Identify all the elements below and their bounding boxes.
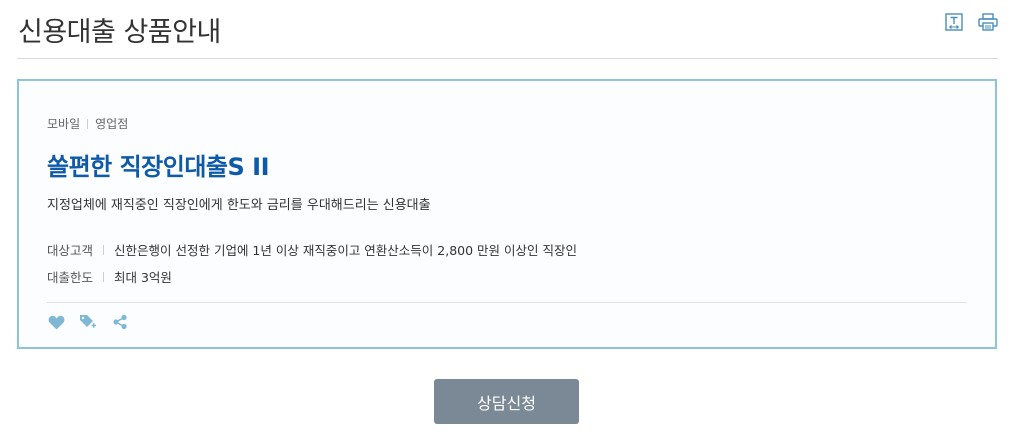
text-size-icon	[945, 13, 963, 35]
product-card: 모바일 영업점 쏠편한 직장인대출S II 지정업체에 재직중인 직장인에게 한…	[17, 79, 997, 349]
info-separator	[103, 271, 104, 282]
tag-add-icon	[79, 314, 97, 334]
info-label: 대출한도	[47, 270, 94, 285]
print-button[interactable]	[978, 13, 998, 35]
card-divider	[47, 302, 967, 303]
product-description: 지정업체에 재직중인 직장인에게 한도와 금리를 우대해드리는 신용대출	[47, 198, 431, 213]
product-info-list: 대상고객 신한은행이 선정한 기업에 1년 이상 재직중이고 연환산소득이 2,…	[47, 236, 577, 290]
info-row-limit: 대출한도 최대 3억원	[47, 263, 577, 290]
info-value: 최대 3억원	[114, 270, 172, 285]
header-divider	[17, 58, 998, 59]
text-size-button[interactable]	[944, 13, 964, 35]
header-tools	[944, 13, 998, 35]
favorite-button[interactable]	[47, 315, 65, 333]
add-tag-button[interactable]	[79, 315, 97, 333]
info-value: 신한은행이 선정한 기업에 1년 이상 재직중이고 연환산소득이 2,800 만…	[114, 243, 577, 258]
share-button[interactable]	[111, 314, 129, 334]
product-channels: 모바일 영업점	[47, 115, 128, 132]
share-icon	[112, 314, 128, 334]
info-label: 대상고객	[47, 243, 94, 258]
info-separator	[103, 244, 104, 255]
heart-icon	[48, 315, 65, 334]
info-row-target: 대상고객 신한은행이 선정한 기업에 1년 이상 재직중이고 연환산소득이 2,…	[47, 236, 577, 263]
consultation-request-button[interactable]: 상담신청	[434, 379, 579, 424]
channel-mobile: 모바일	[47, 117, 81, 131]
page-title: 신용대출 상품안내	[18, 17, 221, 48]
card-actions	[47, 314, 129, 334]
product-name-link[interactable]: 쏠편한 직장인대출S II	[47, 147, 270, 182]
channel-separator	[87, 118, 89, 129]
channel-branch: 영업점	[95, 117, 129, 131]
print-icon	[978, 13, 998, 35]
